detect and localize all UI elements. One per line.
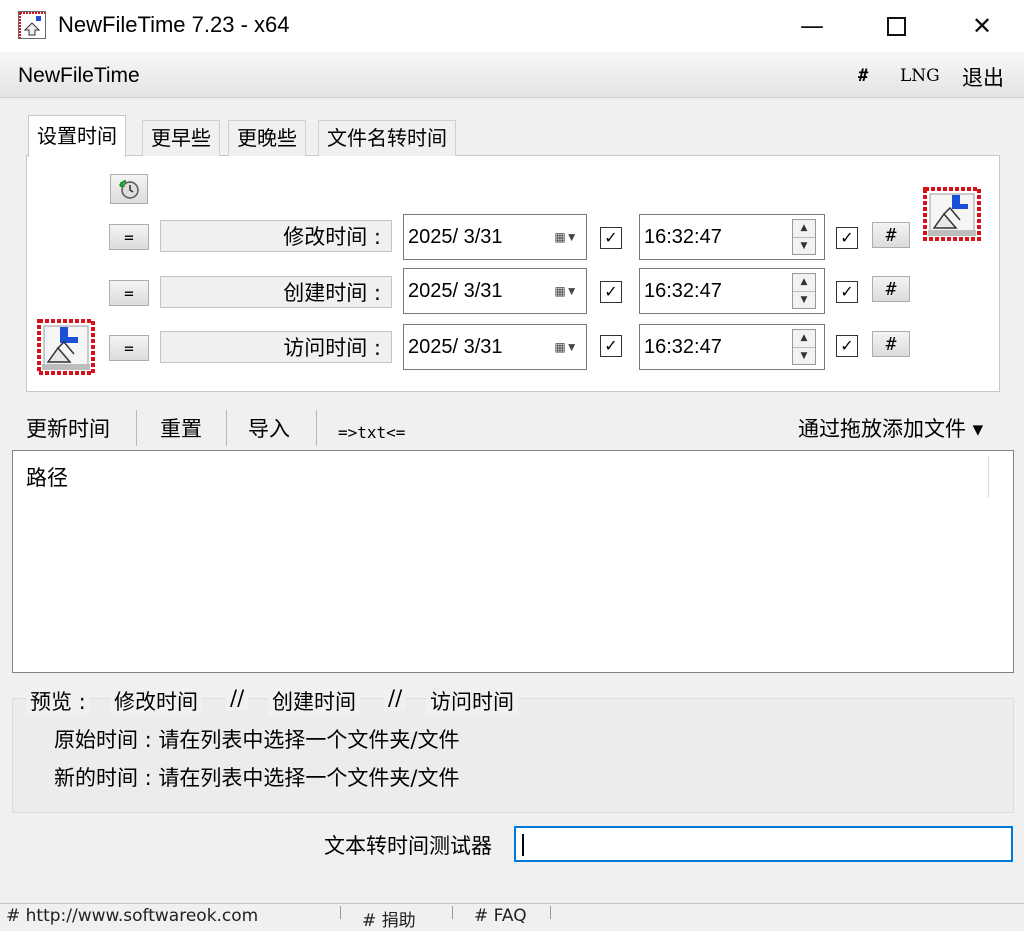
menu-bar [0, 52, 1024, 98]
calendar-dropdown-icon[interactable]: ▦▼ [546, 325, 586, 369]
access-time-checkbox[interactable]: ✓ [836, 335, 858, 357]
menu-language[interactable]: LNG [900, 66, 940, 86]
column-header-path[interactable]: 路径 [26, 462, 68, 492]
maximize-icon [886, 16, 906, 36]
create-time-spinner[interactable]: ▲ ▼ [792, 273, 816, 309]
spin-down-icon[interactable]: ▼ [793, 238, 815, 255]
access-date-value: 2025/ 3/31 [408, 335, 503, 358]
modify-time-spinner[interactable]: ▲ ▼ [792, 219, 816, 255]
text-to-time-tester-label: 文本转时间测试器 [324, 834, 492, 858]
spin-down-icon[interactable]: ▼ [793, 348, 815, 365]
apply-time-icon-left[interactable] [36, 318, 96, 376]
app-icon[interactable] [18, 11, 46, 39]
import-button[interactable]: 导入 [248, 414, 290, 444]
status-separator [550, 906, 551, 919]
calendar-dropdown-icon[interactable]: ▦▼ [546, 269, 586, 313]
modify-time-label: 修改时间 : [160, 220, 392, 252]
tab-earlier[interactable]: 更早些 [142, 120, 220, 156]
tab-set-time[interactable]: 设置时间 [28, 115, 126, 157]
file-list[interactable] [12, 450, 1014, 673]
create-date-value: 2025/ 3/31 [408, 279, 503, 302]
toolbar-separator [316, 410, 317, 446]
minimize-icon: — [800, 12, 824, 40]
modify-date-picker[interactable]: 2025/ 3/31 ▦▼ [403, 214, 587, 260]
access-time-label: 访问时间 : [160, 331, 392, 363]
update-time-button[interactable]: 更新时间 [26, 414, 110, 444]
preview-separator: // [384, 686, 407, 710]
text-caret [522, 834, 524, 856]
spin-down-icon[interactable]: ▼ [793, 292, 815, 309]
modify-equal-button[interactable]: = [109, 224, 149, 250]
tab-later[interactable]: 更晚些 [228, 120, 306, 156]
preview-separator: // [226, 686, 249, 710]
preview-label: 预览 : [26, 686, 90, 716]
access-equal-button[interactable]: = [109, 335, 149, 361]
apply-time-icon-top[interactable] [922, 186, 982, 242]
spin-up-icon[interactable]: ▲ [793, 330, 815, 348]
column-divider[interactable] [988, 456, 989, 498]
reset-button[interactable]: 重置 [160, 414, 202, 444]
modify-date-value: 2025/ 3/31 [408, 225, 503, 248]
minimize-button[interactable]: — [780, 0, 844, 52]
calendar-dropdown-icon[interactable]: ▦▼ [546, 215, 586, 259]
status-separator [340, 906, 341, 919]
access-time-value: 16:32:47 [644, 335, 722, 358]
close-icon: ✕ [971, 12, 993, 40]
new-time-line: 新的时间 : 请在列表中选择一个文件夹/文件 [54, 766, 460, 790]
menu-app-name[interactable]: NewFileTime [18, 62, 140, 90]
create-time-checkbox[interactable]: ✓ [836, 281, 858, 303]
spin-up-icon[interactable]: ▲ [793, 274, 815, 292]
preview-modify-label: 修改时间 [110, 686, 202, 716]
spin-up-icon[interactable]: ▲ [793, 220, 815, 238]
export-txt-button[interactable]: =>txt<= [338, 418, 405, 448]
preview-create-label: 创建时间 [268, 686, 360, 716]
reset-to-now-button[interactable] [110, 174, 148, 204]
create-time-value: 16:32:47 [644, 279, 722, 302]
original-time-line: 原始时间 : 请在列表中选择一个文件夹/文件 [54, 728, 460, 752]
modify-hash-button[interactable]: # [872, 222, 910, 248]
maximize-button[interactable] [864, 0, 928, 52]
status-faq-link[interactable]: # FAQ [474, 906, 527, 926]
toolbar-separator [136, 410, 137, 446]
menu-exit[interactable]: 退出 [962, 62, 1004, 92]
tab-filename-to-time[interactable]: 文件名转时间 [318, 120, 456, 156]
toolbar-separator [226, 410, 227, 446]
create-hash-button[interactable]: # [872, 276, 910, 302]
create-time-label: 创建时间 : [160, 276, 392, 308]
drag-add-files-dropdown[interactable]: 通过拖放添加文件 ▾ [798, 414, 983, 444]
status-website-link[interactable]: # http://www.softwareok.com [6, 906, 258, 926]
clock-icon [118, 179, 139, 199]
window-title: NewFileTime 7.23 - x64 [58, 12, 290, 37]
modify-date-checkbox[interactable]: ✓ [600, 227, 622, 249]
modify-time-value: 16:32:47 [644, 225, 722, 248]
create-date-picker[interactable]: 2025/ 3/31 ▦▼ [403, 268, 587, 314]
access-date-picker[interactable]: 2025/ 3/31 ▦▼ [403, 324, 587, 370]
preview-access-label: 访问时间 [426, 686, 518, 716]
access-time-spinner[interactable]: ▲ ▼ [792, 329, 816, 365]
create-date-checkbox[interactable]: ✓ [600, 281, 622, 303]
modify-time-checkbox[interactable]: ✓ [836, 227, 858, 249]
menu-hash[interactable]: # [858, 66, 868, 86]
close-button[interactable]: ✕ [950, 0, 1014, 52]
status-separator [452, 906, 453, 919]
access-hash-button[interactable]: # [872, 331, 910, 357]
text-to-time-tester-input[interactable] [514, 826, 1013, 862]
access-date-checkbox[interactable]: ✓ [600, 335, 622, 357]
create-equal-button[interactable]: = [109, 280, 149, 306]
